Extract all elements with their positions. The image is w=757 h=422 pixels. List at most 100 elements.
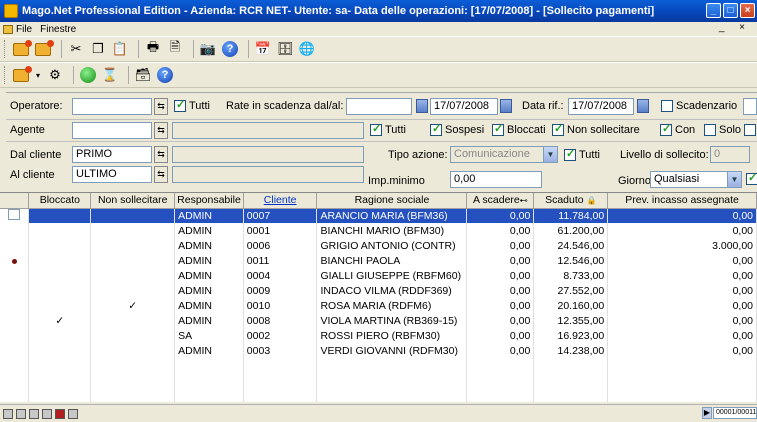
cell-scaduto[interactable]: 61.200,00 [533, 223, 609, 238]
paste-icon[interactable]: 📋 [111, 40, 129, 58]
cell-prev-incasso[interactable]: 0,00 [607, 208, 757, 223]
open-icon[interactable] [34, 39, 54, 58]
cell-cliente[interactable]: 0007 [243, 208, 318, 223]
print-preview-icon[interactable]: 🗎 [166, 39, 184, 58]
cell-bloccato[interactable] [28, 268, 92, 283]
cell-a-scadere[interactable]: 0,00 [466, 313, 535, 328]
cell-bloccato[interactable] [28, 343, 92, 358]
cell-a-scadere[interactable]: 0,00 [466, 253, 535, 268]
cell-a-scadere[interactable]: 0,00 [466, 283, 535, 298]
cell-a-scadere[interactable]: 0,00 [466, 343, 535, 358]
cell-cliente[interactable]: 0011 [243, 253, 318, 268]
archive-icon[interactable]: 🗃 [134, 66, 152, 84]
dal-cliente-lookup-button[interactable]: ⇆ [154, 146, 168, 163]
database-icon[interactable]: 🗄 [276, 40, 294, 58]
operatore-lookup-button[interactable]: ⇆ [154, 98, 168, 115]
table-row[interactable]: ADMIN 0011 BIANCHI PAOLA 0,00 12.546,00 0,00 [0, 253, 757, 268]
dal-cliente-input[interactable]: PRIMO [72, 146, 152, 163]
table-row[interactable]: ADMIN 0009 INDACO VILMA (RDDF369) 0,00 27.55… [0, 283, 757, 298]
cell-ragione-sociale[interactable]: ROSSI PIERO (RBFM30) [316, 328, 468, 343]
print-icon[interactable]: 🖶 [144, 39, 162, 58]
cell-a-scadere[interactable]: 0,00 [466, 268, 535, 283]
table-row[interactable]: ✓ ADMIN 0010 ROSA MARIA (RDFM6) 0,00 20.160,0… [0, 298, 757, 313]
cell-non-sollecitare[interactable] [90, 268, 176, 283]
column-header-cliente[interactable]: Cliente [243, 193, 318, 209]
cell-prev-incasso[interactable]: 0,00 [607, 343, 757, 358]
cell-prev-incasso[interactable]: 0,00 [607, 283, 757, 298]
cell-prev-incasso[interactable]: 0,00 [607, 313, 757, 328]
cell-scaduto[interactable]: 11.784,00 [533, 208, 609, 223]
cell-cliente[interactable]: 0006 [243, 238, 318, 253]
globe-icon[interactable]: 🌐 [298, 40, 316, 58]
cell-bloccato[interactable] [28, 253, 92, 268]
solo-checkbox[interactable]: Solo [704, 124, 741, 136]
nav-first-icon[interactable] [3, 408, 13, 419]
scadenzario-checkbox[interactable]: Scadenzario [661, 100, 737, 112]
cell-ragione-sociale[interactable]: ARANCIO MARIA (BFM36) [316, 208, 468, 223]
cell-ragione-sociale[interactable]: GRIGIO ANTONIO (CONTR) [316, 238, 468, 253]
tipo-tutti-checkbox[interactable]: Tutti [564, 147, 600, 161]
cell-cliente[interactable]: 0009 [243, 283, 318, 298]
column-header-a-scadere[interactable]: A scadere⊷ [466, 193, 535, 209]
cell-scaduto[interactable]: 8.733,00 [533, 268, 609, 283]
table-row[interactable]: SA 0002 ROSSI PIERO (RBFM30) 0,00 16.923,00 0… [0, 328, 757, 343]
cell-ragione-sociale[interactable]: ROSA MARIA (RDFM6) [316, 298, 468, 313]
column-header-non-sollecitare[interactable]: Non sollecitare [90, 193, 176, 209]
settings-icon[interactable]: ⚙ [46, 66, 64, 84]
open-dropdown-icon[interactable] [12, 65, 32, 84]
row-selector[interactable] [0, 343, 30, 358]
cell-non-sollecitare[interactable] [90, 208, 176, 223]
cell-non-sollecitare[interactable] [90, 283, 176, 298]
cell-prev-incasso[interactable]: 0,00 [607, 298, 757, 313]
operatore-input[interactable] [72, 98, 152, 115]
cell-ragione-sociale[interactable]: INDACO VILMA (RDDF369) [316, 283, 468, 298]
cell-a-scadere[interactable]: 0,00 [466, 223, 535, 238]
column-header-bloccato[interactable]: Bloccato [28, 193, 92, 209]
child-window-controls[interactable]: _ × [719, 22, 751, 33]
data-grid[interactable]: Bloccato Non sollecitare Responsabile Cl… [0, 192, 757, 402]
livello-input[interactable]: 0 [710, 146, 750, 163]
cell-ragione-sociale[interactable]: GIALLI GIUSEPPE (RBFM60) [316, 268, 468, 283]
toolbar-grip[interactable] [4, 66, 7, 84]
column-header-scaduto[interactable]: Scaduto 🔒 [533, 193, 609, 209]
row-selector[interactable] [0, 223, 30, 238]
menu-finestre[interactable]: Finestre [40, 24, 76, 35]
cell-bloccato[interactable] [28, 238, 92, 253]
row-selector[interactable] [0, 208, 30, 223]
cell-responsabile[interactable]: ADMIN [174, 208, 244, 223]
imp-minimo-input[interactable]: 0,00 [450, 171, 542, 188]
help-icon[interactable]: ? [221, 40, 239, 58]
cell-responsabile[interactable]: ADMIN [174, 238, 244, 253]
cell-prev-incasso[interactable]: 3.000,00 [607, 238, 757, 253]
al-cliente-lookup-button[interactable]: ⇆ [154, 166, 168, 183]
title-bar[interactable]: Mago.Net Professional Edition - Azienda:… [0, 0, 757, 22]
copy-icon[interactable]: ❐ [89, 40, 107, 58]
cell-a-scadere[interactable]: 0,00 [466, 298, 535, 313]
cell-cliente[interactable]: 0004 [243, 268, 318, 283]
table-row[interactable]: ADMIN 0001 BIANCHI MARIO (BFM30) 0,00 61.200… [0, 223, 757, 238]
stop-icon[interactable] [55, 408, 65, 419]
row-selector[interactable] [0, 313, 30, 328]
cell-responsabile[interactable]: ADMIN [174, 223, 244, 238]
cell-responsabile[interactable]: ADMIN [174, 283, 244, 298]
cell-a-scadere[interactable]: 0,00 [466, 238, 535, 253]
cell-ragione-sociale[interactable]: VIOLA MARTINA (RB369-15) [316, 313, 468, 328]
calendar-icon[interactable] [416, 99, 428, 113]
new-icon[interactable] [12, 39, 32, 58]
cell-scaduto[interactable]: 16.923,00 [533, 328, 609, 343]
cell-a-scadere[interactable]: 0,00 [466, 208, 535, 223]
list-icon[interactable] [68, 408, 78, 419]
cell-prev-incasso[interactable]: 0,00 [607, 268, 757, 283]
camera-icon[interactable]: 📷 [199, 40, 217, 58]
cell-non-sollecitare[interactable] [90, 313, 176, 328]
cell-responsabile[interactable]: ADMIN [174, 313, 244, 328]
cell-non-sollecitare[interactable] [90, 328, 176, 343]
al-cliente-input[interactable]: ULTIMO [72, 166, 152, 183]
cell-non-sollecitare[interactable] [90, 253, 176, 268]
cell-responsabile[interactable]: ADMIN [174, 253, 244, 268]
cell-prev-incasso[interactable]: 0,00 [607, 223, 757, 238]
agente-input[interactable] [72, 122, 152, 139]
cell-ragione-sociale[interactable]: BIANCHI MARIO (BFM30) [316, 223, 468, 238]
column-header-ragione-sociale[interactable]: Ragione sociale [316, 193, 468, 209]
cell-scaduto[interactable]: 12.355,00 [533, 313, 609, 328]
